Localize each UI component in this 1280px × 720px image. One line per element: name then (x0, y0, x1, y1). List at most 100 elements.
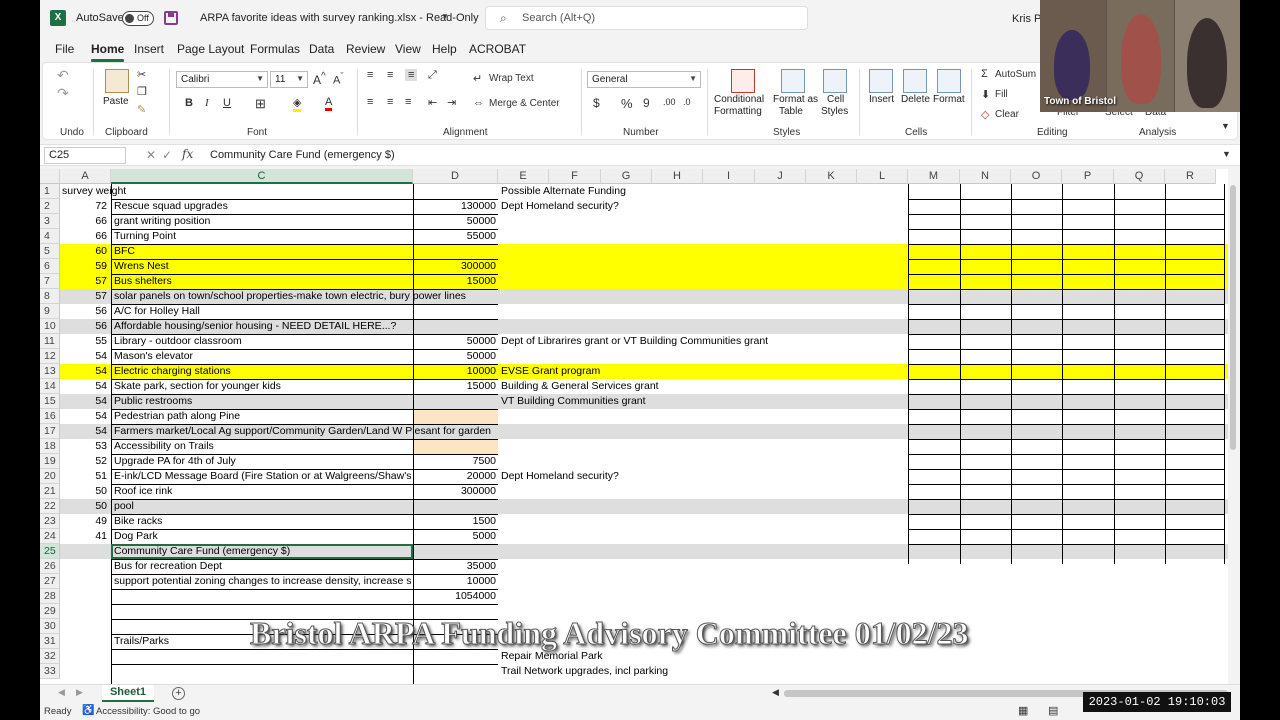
merge-center-button[interactable]: Merge & Center (489, 98, 560, 109)
increase-decimal-icon[interactable]: .00 (663, 97, 676, 107)
row-header[interactable]: 15 (40, 394, 60, 409)
cell-project-name[interactable]: Electric charging stations (114, 364, 412, 379)
cell-survey-weight[interactable]: 54 (60, 394, 107, 409)
cell-amount[interactable] (413, 289, 496, 304)
cell-survey-weight[interactable] (60, 574, 107, 589)
cell-survey-weight[interactable]: 66 (60, 229, 107, 244)
row-header[interactable]: 25 (40, 544, 60, 559)
cell-amount[interactable] (413, 439, 496, 454)
row-header[interactable]: 2 (40, 199, 60, 214)
tab-formulas[interactable]: Formulas (250, 42, 300, 56)
cell-alternate-funding[interactable] (501, 319, 901, 334)
active-cell-c25[interactable] (111, 544, 413, 559)
decrease-font-icon[interactable]: Aˇ (333, 71, 343, 87)
cell-amount[interactable]: 5000 (413, 529, 496, 544)
cell-project-name[interactable]: Mason's elevator (114, 349, 412, 364)
cell-alternate-funding[interactable] (501, 529, 901, 544)
tab-review[interactable]: Review (346, 42, 385, 56)
underline-icon[interactable]: U (223, 97, 231, 109)
cell-project-name[interactable]: Public restrooms (114, 394, 412, 409)
col-header-g[interactable]: G (601, 169, 652, 184)
conditional-formatting-icon[interactable] (731, 69, 755, 93)
row-header[interactable]: 33 (40, 664, 60, 679)
cell-project-name[interactable]: Upgrade PA for 4th of July (114, 454, 412, 469)
cell-alternate-funding[interactable] (501, 544, 901, 559)
row-header[interactable]: 14 (40, 379, 60, 394)
cell-alternate-funding[interactable] (501, 274, 901, 289)
prev-sheet-icon[interactable]: ◀ (58, 687, 65, 698)
conditional-formatting-line2[interactable]: Formatting (714, 106, 762, 117)
cell-project-name[interactable] (114, 589, 412, 604)
bold-icon[interactable]: B (185, 97, 193, 109)
percent-icon[interactable]: % (621, 96, 633, 111)
cell-project-name[interactable] (114, 664, 412, 679)
cell-alternate-funding[interactable]: Dept of Librarires grant or VT Building … (501, 334, 901, 349)
cell-project-name[interactable]: Skate park, section for younger kids (114, 379, 412, 394)
cell-alternate-funding[interactable] (501, 499, 901, 514)
font-size-dropdown[interactable]: 11 ▼ (270, 71, 308, 88)
search-box[interactable]: ⌕ Search (Alt+Q) (485, 6, 808, 30)
align-bottom-icon[interactable]: ≡ (405, 69, 418, 81)
cell-amount[interactable]: 15000 (413, 274, 496, 289)
cell-alternate-funding[interactable] (501, 484, 901, 499)
row-header[interactable]: 28 (40, 589, 60, 604)
cell-amount[interactable] (413, 424, 496, 439)
cancel-icon[interactable]: ✕ (146, 148, 156, 162)
format-cells-button[interactable]: Format (933, 94, 965, 105)
cell-survey-weight[interactable]: 50 (60, 499, 107, 514)
cell-survey-weight[interactable]: 49 (60, 514, 107, 529)
cell-project-name[interactable]: grant writing position (114, 214, 412, 229)
cell-amount[interactable]: 55000 (413, 229, 496, 244)
vertical-scrollbar[interactable] (1230, 185, 1236, 450)
align-right-icon[interactable]: ≡ (405, 96, 411, 108)
tab-data[interactable]: Data (309, 42, 334, 56)
cell-project-name[interactable]: Library - outdoor classroom (114, 334, 412, 349)
decrease-decimal-icon[interactable]: .0 (683, 97, 691, 107)
cell-alternate-funding[interactable] (501, 349, 901, 364)
cell-alternate-funding[interactable]: Dept Homeland security? (501, 199, 901, 214)
cell-alternate-funding[interactable]: VT Building Communities grant (501, 394, 901, 409)
cell-amount[interactable]: 300000 (413, 259, 496, 274)
currency-icon[interactable]: $ (593, 96, 600, 110)
cell-amount[interactable]: 1500 (413, 514, 496, 529)
cell-amount[interactable]: 50000 (413, 349, 496, 364)
copy-icon[interactable]: ❐ (137, 85, 147, 98)
cell-alternate-funding[interactable]: Dept Homeland security? (501, 469, 901, 484)
row-header[interactable]: 7 (40, 274, 60, 289)
delete-cells-button[interactable]: Delete (901, 94, 930, 105)
cell-alternate-funding[interactable] (501, 574, 901, 589)
format-cells-icon[interactable] (937, 69, 961, 93)
cell-project-name[interactable] (114, 184, 412, 199)
col-header-h[interactable]: H (652, 169, 703, 184)
name-box[interactable]: C25 (44, 147, 126, 164)
row-header[interactable]: 20 (40, 469, 60, 484)
cell-survey-weight[interactable]: 52 (60, 454, 107, 469)
cell-project-name[interactable]: Bus shelters (114, 274, 412, 289)
fill-button[interactable]: Fill (995, 89, 1008, 100)
cell-alternate-funding[interactable] (501, 559, 901, 574)
cell-amount[interactable]: 20000 (413, 469, 496, 484)
normal-view-icon[interactable]: ▦ (1018, 704, 1028, 717)
sheet-tab-sheet1[interactable]: Sheet1 (102, 685, 154, 702)
row-header[interactable]: 6 (40, 259, 60, 274)
cell-project-name[interactable]: Accessibility on Trails (114, 439, 412, 454)
cell-alternate-funding[interactable]: Trail Network upgrades, incl parking (501, 664, 901, 679)
cell-alternate-funding[interactable] (501, 304, 901, 319)
collapse-ribbon-icon[interactable]: ▼ (1221, 121, 1230, 131)
col-header-i[interactable]: I (703, 169, 755, 184)
cell-amount[interactable] (413, 319, 496, 334)
wrap-text-button[interactable]: Wrap Text (489, 73, 534, 84)
formula-content[interactable]: Community Care Fund (emergency $) (210, 149, 395, 161)
cell-survey-weight[interactable] (60, 649, 107, 664)
row-header[interactable]: 8 (40, 289, 60, 304)
cell-survey-weight[interactable]: 54 (60, 409, 107, 424)
cell-survey-weight[interactable]: 55 (60, 334, 107, 349)
format-as-table-icon[interactable] (781, 69, 805, 93)
cell-styles-icon[interactable] (823, 69, 847, 93)
font-name-dropdown[interactable]: Calibri ▼ (176, 71, 268, 88)
cell-amount[interactable] (413, 664, 496, 679)
cell-survey-weight[interactable]: 53 (60, 439, 107, 454)
cell-amount[interactable]: 50000 (413, 334, 496, 349)
cell-survey-weight[interactable]: 56 (60, 304, 107, 319)
row-header[interactable]: 26 (40, 559, 60, 574)
